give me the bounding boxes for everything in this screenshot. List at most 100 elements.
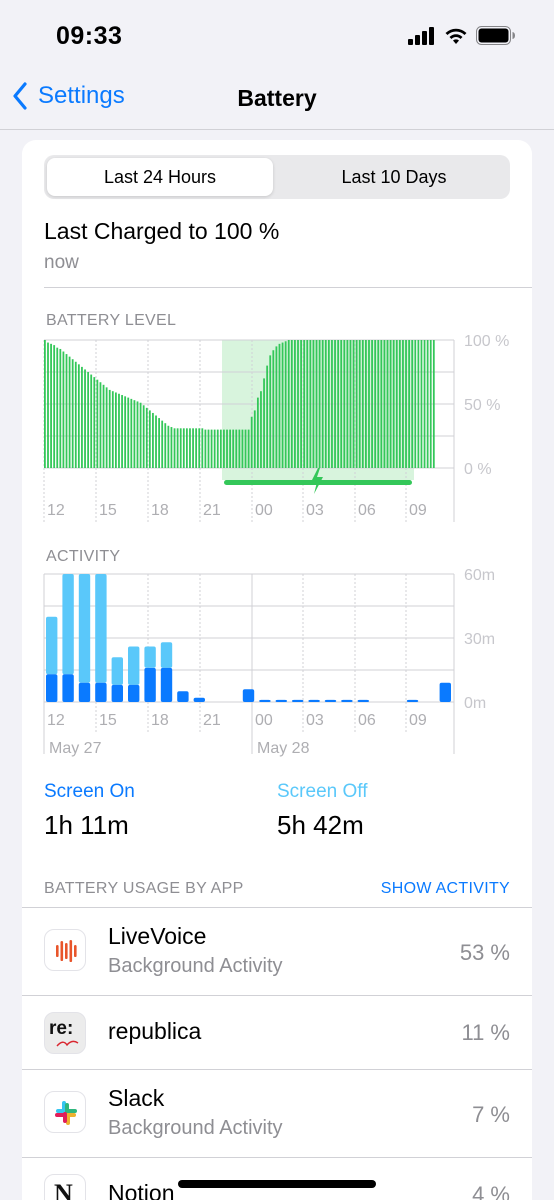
battery-bar [81, 366, 83, 468]
battery-bar [417, 340, 420, 468]
battery-bar [361, 340, 364, 468]
x-tick-label: 21 [203, 712, 221, 729]
battery-bar [340, 340, 343, 468]
battery-bar [337, 340, 340, 468]
battery-bar [343, 340, 346, 468]
battery-bar [223, 429, 225, 468]
battery-bar [355, 340, 358, 468]
battery-bar [352, 340, 355, 468]
screen-on-bar [259, 699, 271, 702]
screen-on-bar [78, 682, 91, 702]
screen-off-bar [62, 574, 74, 675]
x-tick-label: 21 [203, 502, 221, 519]
screen-on-bar [439, 682, 451, 702]
screen-on-label: Screen On [44, 781, 135, 802]
battery-bar [241, 429, 244, 468]
battery-bar [158, 418, 160, 468]
screen-on-bar [160, 667, 173, 702]
battery-bar [383, 340, 386, 468]
battery-bar [287, 340, 290, 468]
battery-bar [176, 428, 179, 468]
battery-bar [321, 340, 324, 468]
battery-bar [201, 428, 204, 468]
battery-bar [118, 393, 120, 468]
battery-bar [170, 427, 173, 468]
screen-on-bar [341, 699, 353, 702]
y-tick-label: 60m [464, 567, 495, 584]
battery-bar [368, 340, 370, 468]
battery-bar [90, 374, 93, 468]
screen-off-bar [95, 574, 107, 683]
battery-bar [59, 348, 62, 468]
battery-bar [192, 428, 194, 468]
battery-bar [96, 379, 99, 468]
home-indicator [178, 1180, 376, 1188]
battery-bar [420, 340, 423, 468]
x-tick-label: 06 [358, 712, 376, 729]
battery-bar [405, 340, 407, 468]
battery-bar [136, 401, 139, 468]
show-activity-button[interactable]: SHOW ACTIVITY [381, 880, 510, 898]
battery-bar [189, 428, 191, 468]
battery-bar [392, 340, 395, 468]
battery-bar [315, 340, 318, 468]
app-percent: 53 % [459, 940, 510, 965]
battery-bar [62, 351, 65, 468]
screen-off-bar [160, 642, 173, 668]
screen-off-value: 5h 42m [277, 810, 364, 840]
battery-bar [358, 340, 361, 468]
app-percent: 11 % [461, 1020, 510, 1045]
battery-bar [278, 343, 281, 468]
battery-bar [281, 342, 284, 468]
x-tick-label: 15 [99, 712, 117, 729]
battery-bar [250, 416, 253, 468]
battery-bar [266, 365, 269, 468]
list-item[interactable]: N Notion 4 % [22, 1158, 532, 1200]
app-subtitle: Background Activity [108, 955, 283, 977]
battery-bar [346, 340, 349, 468]
battery-bar [253, 410, 256, 468]
battery-bar [398, 340, 401, 468]
battery-bar [198, 428, 201, 468]
livevoice-icon [44, 929, 86, 971]
navigation-bar: Settings Battery [0, 76, 554, 130]
battery-bar [68, 356, 71, 468]
page-title: Battery [237, 85, 317, 111]
date-label: May 27 [49, 740, 102, 757]
battery-bar [432, 340, 435, 468]
screen-on-bar [144, 667, 156, 702]
cellular-signal-icon [408, 26, 434, 45]
battery-level-chart: 100 % 50 % 0 % 12 15 18 21 00 03 06 09 [43, 333, 509, 522]
battery-bar [148, 410, 151, 468]
segment-last-10-days[interactable]: Last 10 Days [281, 158, 507, 196]
screen-on-bar [308, 699, 320, 702]
screen-on-bar [275, 699, 287, 702]
screen-on-bar [95, 682, 107, 702]
app-subtitle: Background Activity [108, 1117, 283, 1139]
status-bar: 09:33 [0, 0, 554, 76]
x-tick-label: 03 [306, 712, 324, 729]
battery-bar [108, 389, 111, 468]
battery-bar [411, 340, 414, 468]
list-item[interactable]: Slack Background Activity 7 % [22, 1070, 532, 1158]
battery-bar [327, 340, 330, 468]
battery-bar [324, 340, 327, 468]
list-item[interactable]: re: republica 11 % [22, 996, 532, 1070]
last-charged-time: now [44, 252, 79, 273]
list-item[interactable]: LiveVoice Background Activity 53 % [22, 908, 532, 996]
battery-bar [219, 429, 222, 468]
battery-bar [130, 398, 133, 468]
y-tick-label: 100 % [464, 333, 509, 350]
republica-icon: re: [44, 1012, 86, 1054]
y-tick-label: 50 % [464, 397, 500, 414]
x-tick-label: 03 [306, 502, 324, 519]
app-name: Notion [108, 1180, 175, 1200]
battery-bar [312, 340, 315, 468]
x-tick-label: 15 [99, 502, 117, 519]
screen-on-bar [406, 699, 419, 702]
screen-off-bar [78, 574, 91, 683]
screen-on-bar [62, 674, 74, 702]
battery-bar [226, 429, 228, 468]
battery-bar [269, 355, 272, 468]
segment-last-24-hours[interactable]: Last 24 Hours [47, 158, 273, 196]
